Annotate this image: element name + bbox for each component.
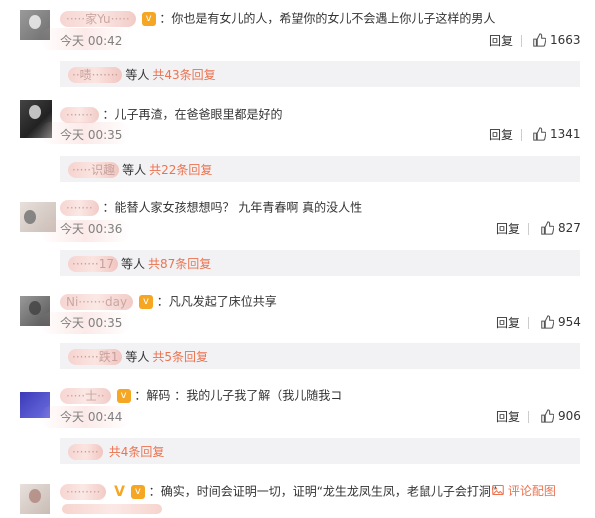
thumbs-up-icon <box>541 315 554 329</box>
comment-text: ：儿子再渣，在爸爸眼里都是好的 <box>102 107 283 122</box>
comment-item: ······· ：能替人家女孩想想吗？ 九年青春啊 真的没人性 今天 00:36… <box>0 186 595 280</box>
vip-badge-icon: v <box>116 388 131 403</box>
like-count: 1341 <box>550 127 581 141</box>
more-replies-link[interactable]: 共87条回复 <box>148 257 211 271</box>
reply-button[interactable]: 回复 <box>496 410 520 424</box>
image-icon <box>492 484 504 496</box>
comment-time: 今天 00:44 <box>60 410 123 424</box>
reply-button[interactable]: 回复 <box>489 34 513 48</box>
comment-text: ：你也是有女儿的人，希望你的女儿不会遇上你儿子这样的男人 <box>159 11 496 26</box>
verified-v-icon: V <box>114 483 126 500</box>
comment-item: ·····士·· v ：解码 ：我的儿子我了解（我儿随我コ 今天 00:44 回… <box>0 374 595 466</box>
vip-badge-icon: v <box>130 484 145 499</box>
comment-time: 今天 00:35 <box>60 128 123 142</box>
more-replies-link[interactable]: 共43条回复 <box>152 68 215 82</box>
sub-others-text: 等人 <box>122 162 147 177</box>
thumbs-up-icon <box>533 127 546 141</box>
sub-replies-box[interactable]: ·······17 等人 共87条回复 <box>60 250 580 276</box>
like-count: 954 <box>558 315 581 329</box>
like-count: 1663 <box>550 33 581 47</box>
sub-replies-box[interactable]: ·····识趣 等人 共22条回复 <box>60 156 580 182</box>
reply-button[interactable]: 回复 <box>496 316 520 330</box>
comment-image-link[interactable]: 评论配图 <box>492 482 556 500</box>
sub-username[interactable]: ·······17 <box>68 255 118 272</box>
username[interactable]: ········· <box>60 483 107 500</box>
sub-replies-box[interactable]: ······· 共4条回复 <box>60 438 580 464</box>
sub-replies-box[interactable]: ··啧······· 等人 共43条回复 <box>60 61 580 87</box>
comment-item: Ni·······day v ：凡凡发起了床位共享 今天 00:35 回复 95… <box>0 282 595 372</box>
comment-time: 今天 00:35 <box>60 316 123 330</box>
thumbs-up-icon <box>533 33 546 47</box>
username[interactable]: ······· <box>60 106 99 123</box>
sub-others-text: 等人 <box>125 67 150 82</box>
avatar[interactable] <box>20 484 50 514</box>
more-replies-link[interactable]: 共5条回复 <box>152 350 208 364</box>
sub-username[interactable]: ······· <box>68 443 103 460</box>
comment-time: 今天 00:42 <box>60 34 123 48</box>
blurred-content <box>62 504 162 514</box>
sub-username[interactable]: ··啧······· <box>68 66 123 83</box>
username[interactable]: ······· <box>60 199 99 216</box>
more-replies-link[interactable]: 共4条回复 <box>109 445 165 459</box>
username[interactable]: Ni·······day <box>60 293 134 310</box>
vip-badge-icon: v <box>138 294 153 309</box>
thumbs-up-icon <box>541 221 554 235</box>
sub-others-text: 等人 <box>125 349 150 364</box>
reply-button[interactable]: 回复 <box>489 128 513 142</box>
thumbs-up-icon <box>541 409 554 423</box>
comment-item: ······· ：儿子再渣，在爸爸眼里都是好的 今天 00:35 回复 1341… <box>0 92 595 184</box>
like-count: 906 <box>558 409 581 423</box>
username[interactable]: ·····士·· <box>60 387 111 404</box>
comment-item: ·····家Yu····· v ：你也是有女儿的人，希望你的女儿不会遇上你儿子这… <box>0 0 595 90</box>
comment-text: ：凡凡发起了床位共享 <box>156 294 277 309</box>
comment-text: ：解码 ：我的儿子我了解（我儿随我コ <box>134 388 343 403</box>
reply-button[interactable]: 回复 <box>496 222 520 236</box>
username[interactable]: ·····家Yu····· <box>60 10 136 27</box>
like-button[interactable]: 1341 <box>532 125 581 143</box>
sub-others-text: 等人 <box>120 256 145 271</box>
comment-text: ：确实，时间会证明一切，证明“龙生龙凤生凤，老鼠儿子会打洞” <box>148 484 498 499</box>
like-button[interactable]: 827 <box>540 219 581 237</box>
vip-badge-icon: v <box>141 11 156 26</box>
like-count: 827 <box>558 221 581 235</box>
like-button[interactable]: 1663 <box>532 31 581 49</box>
like-button[interactable]: 906 <box>540 407 581 425</box>
more-replies-link[interactable]: 共22条回复 <box>149 163 212 177</box>
sub-username[interactable]: ·····识趣 <box>68 161 120 178</box>
like-button[interactable]: 954 <box>540 313 581 331</box>
sub-replies-box[interactable]: ·······跌1 等人 共5条回复 <box>60 343 580 369</box>
comment-time: 今天 00:36 <box>60 222 123 236</box>
sub-username[interactable]: ·······跌1 <box>68 348 123 365</box>
comment-text: ：能替人家女孩想想吗？ 九年青春啊 真的没人性 <box>102 200 363 215</box>
